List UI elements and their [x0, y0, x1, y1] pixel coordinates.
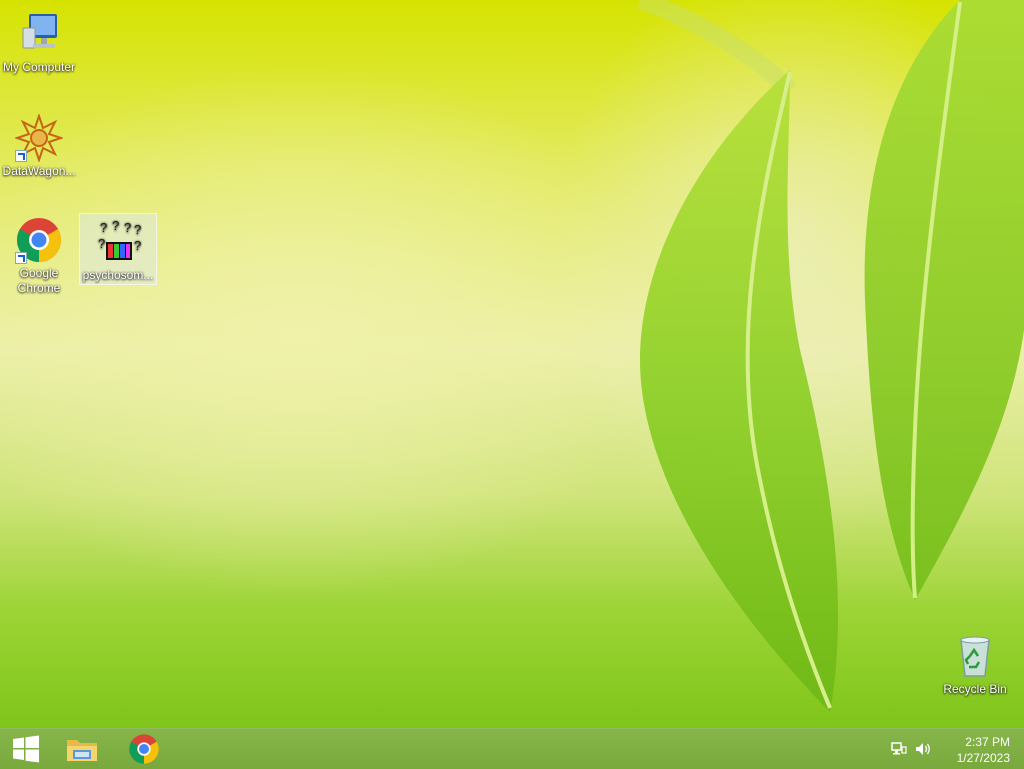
volume-icon[interactable]	[915, 741, 933, 757]
desktop-icon-recycle-bin[interactable]: Recycle Bin	[937, 628, 1013, 697]
desktop-icon-google-chrome[interactable]: Google Chrome	[1, 212, 77, 296]
desktop-icon-my-computer[interactable]: My Computer	[1, 6, 77, 75]
desktop-icon-label: psychosom...	[82, 268, 154, 282]
datawagon-icon	[13, 112, 65, 164]
svg-text:?: ?	[134, 238, 141, 253]
desktop-icon-psychosom[interactable]: ? ? ? ? ? ? psychosom...	[79, 213, 157, 285]
network-icon[interactable]	[891, 741, 907, 757]
svg-text:?: ?	[98, 236, 105, 251]
desktop-icon-label: Google Chrome	[17, 266, 61, 295]
file-explorer-icon	[67, 740, 97, 761]
desktop-icon-label: DataWagon...	[2, 164, 76, 178]
windows-logo-icon	[13, 735, 39, 763]
clock[interactable]: 2:37 PM 1/27/2023	[940, 734, 1010, 766]
wallpaper	[637, 0, 1024, 712]
clock-time: 2:37 PM	[965, 735, 1010, 749]
recycle-bin-icon	[951, 632, 999, 680]
chrome-icon	[15, 216, 63, 264]
taskbar: 2:37 PM 1/27/2023	[0, 728, 1024, 769]
shortcut-arrow-icon	[15, 252, 27, 264]
taskbar-chrome-button[interactable]	[118, 729, 170, 769]
svg-text:?: ?	[100, 220, 107, 235]
unknown-file-icon: ? ? ? ? ? ?	[94, 218, 142, 266]
svg-text:?: ?	[112, 218, 119, 233]
desktop-icon-datawagon[interactable]: DataWagon...	[1, 110, 77, 179]
desktop[interactable]: My Computer DataWagon... Google Chrome ?…	[0, 0, 1024, 728]
chrome-icon	[129, 734, 159, 764]
system-tray: 2:37 PM 1/27/2023	[884, 729, 1024, 769]
svg-text:?: ?	[124, 220, 131, 235]
clock-date: 1/27/2023	[956, 751, 1010, 765]
taskbar-file-explorer-button[interactable]	[56, 729, 108, 769]
desktop-icon-label: My Computer	[2, 60, 76, 74]
svg-text:?: ?	[134, 222, 141, 237]
start-button[interactable]	[0, 729, 52, 769]
computer-icon	[15, 10, 63, 58]
shortcut-arrow-icon	[15, 150, 27, 162]
desktop-icon-label: Recycle Bin	[943, 682, 1007, 696]
